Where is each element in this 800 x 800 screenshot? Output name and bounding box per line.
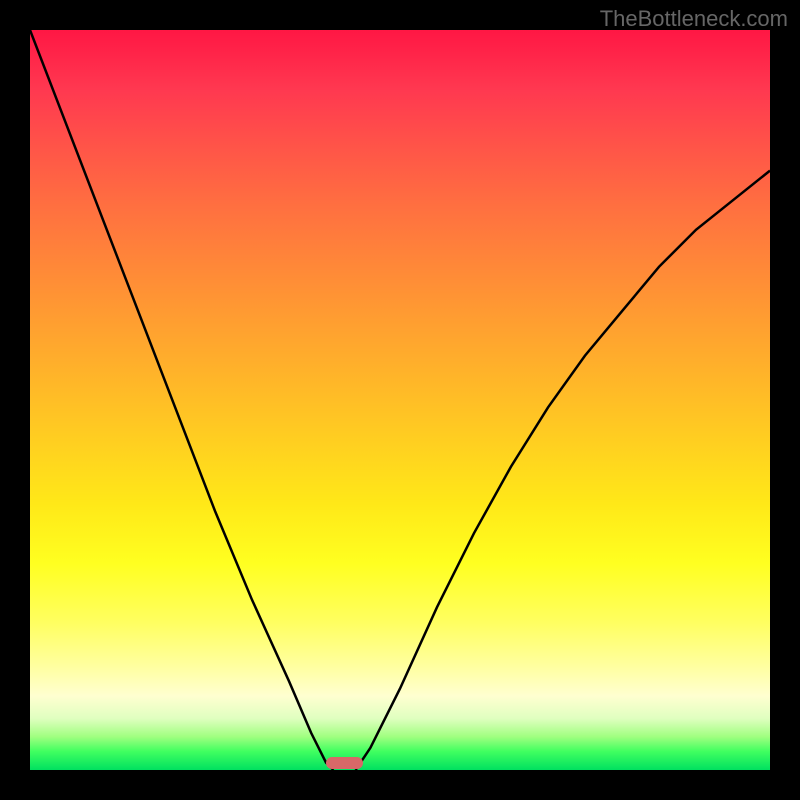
minimum-marker — [326, 757, 363, 769]
curves-svg — [30, 30, 770, 770]
right-curve-line — [356, 171, 770, 770]
chart-area — [30, 30, 770, 770]
left-curve-line — [30, 30, 333, 770]
watermark-text: TheBottleneck.com — [600, 6, 788, 32]
